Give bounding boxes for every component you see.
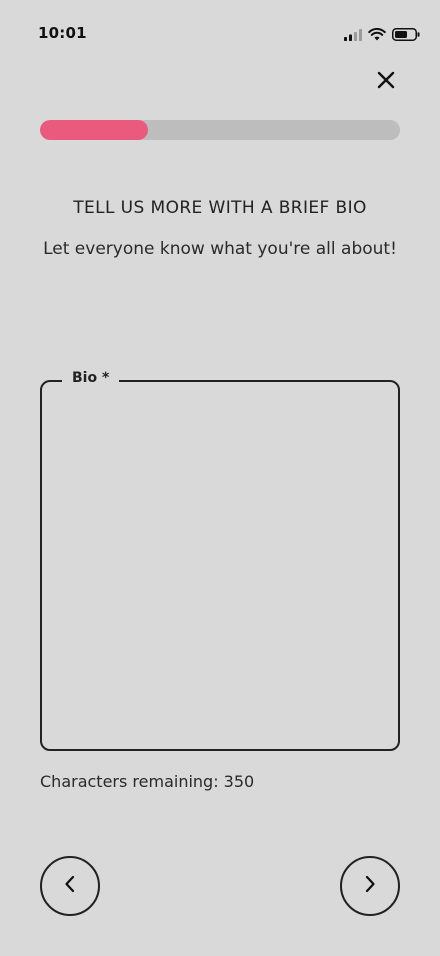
back-button[interactable] <box>40 856 100 916</box>
page-title: TELL US MORE WITH A BRIEF BIO <box>73 198 367 218</box>
page-subtitle: Let everyone know what you're all about! <box>43 239 397 259</box>
close-button[interactable] <box>370 66 402 98</box>
status-bar: 10:01 <box>0 0 440 60</box>
progress-fill <box>40 120 148 140</box>
cellular-signal-icon <box>344 26 362 45</box>
close-icon <box>376 70 396 94</box>
bio-input[interactable] <box>56 400 384 735</box>
chevron-left-icon <box>63 875 77 897</box>
chevron-right-icon <box>363 875 377 897</box>
wifi-icon <box>368 26 386 45</box>
bio-field-label: Bio * <box>62 370 120 386</box>
progress-bar <box>40 120 400 140</box>
next-button[interactable] <box>340 856 400 916</box>
status-icons <box>344 26 420 45</box>
characters-remaining: Characters remaining: 350 <box>40 772 255 791</box>
status-time: 10:01 <box>38 24 87 42</box>
bio-field[interactable]: Bio * <box>40 370 400 751</box>
battery-icon <box>392 26 420 45</box>
